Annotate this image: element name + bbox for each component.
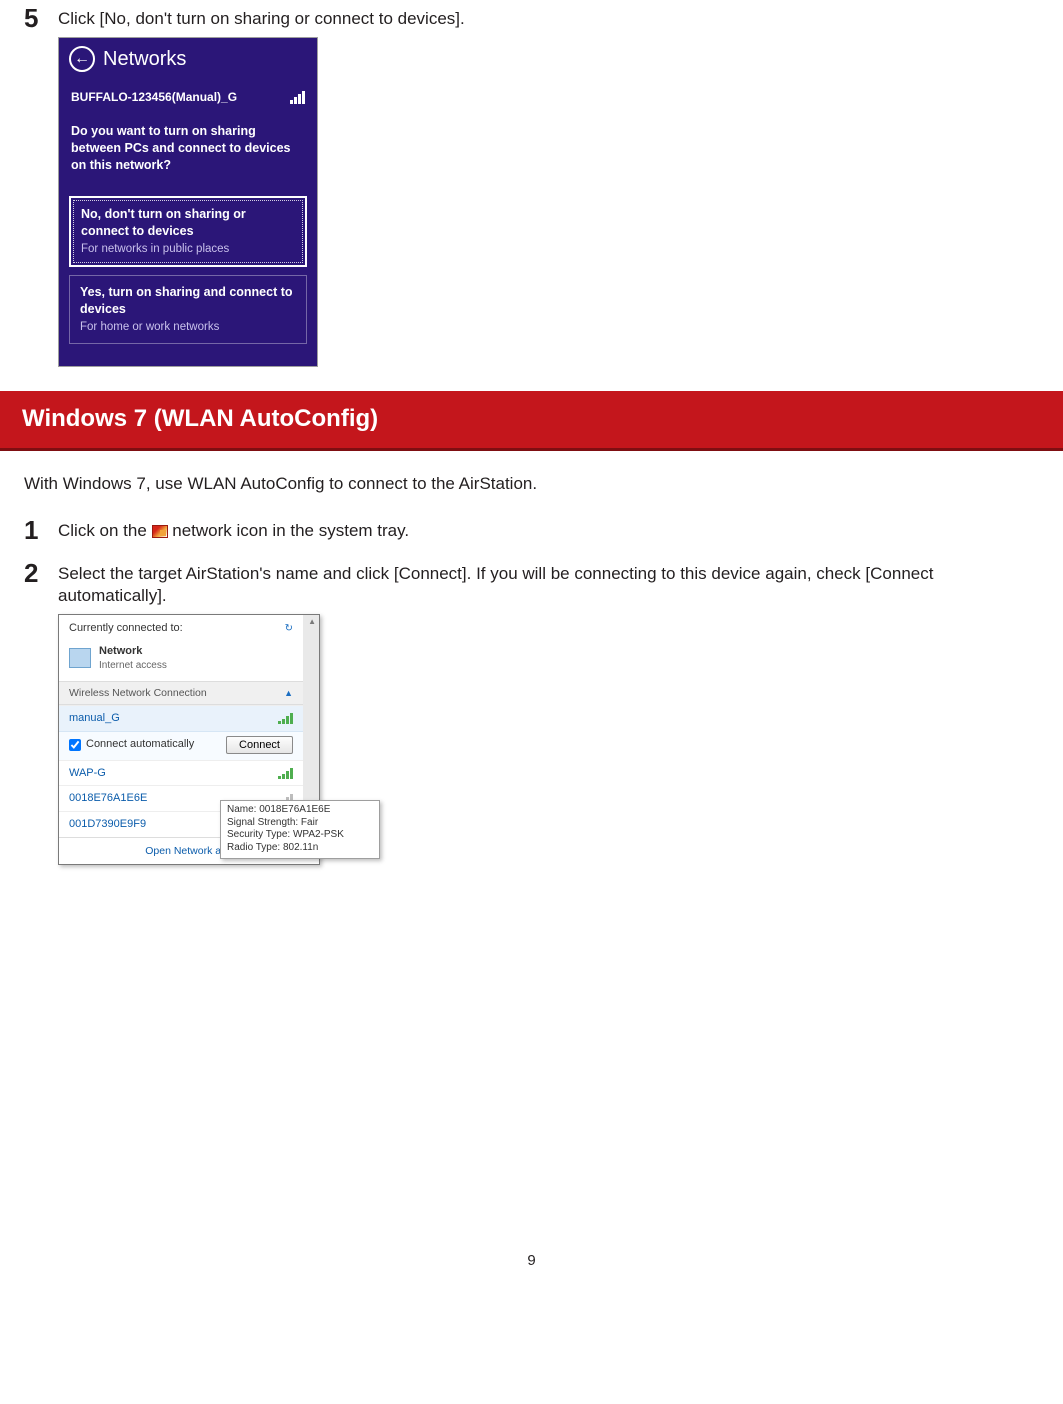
step-2-number: 2: [24, 559, 58, 866]
win7-intro-text: With Windows 7, use WLAN AutoConfig to c…: [0, 451, 1063, 512]
connected-network-status: Internet access: [99, 659, 167, 673]
step-1-number: 1: [24, 516, 58, 549]
win8-sharing-question: Do you want to turn on sharing between P…: [59, 123, 317, 188]
tooltip-name: Name: 0018E76A1E6E: [227, 804, 373, 817]
network-tray-icon: [152, 525, 168, 538]
connected-network-name: Network: [99, 644, 167, 659]
tooltip-signal: Signal Strength: Fair: [227, 817, 373, 830]
connect-auto-input[interactable]: [69, 739, 81, 751]
option-no-sharing[interactable]: No, don't turn on sharing or connect to …: [69, 196, 307, 267]
step-5-number: 5: [24, 4, 58, 367]
wifi-row-manual-g[interactable]: manual_G: [59, 705, 303, 731]
back-icon[interactable]: ←: [69, 46, 95, 72]
win8-networks-title: Networks: [103, 46, 186, 73]
win8-networks-panel: ← Networks BUFFALO-123456(Manual)_G Do y…: [58, 37, 318, 367]
step-5-text: Click [No, don't turn on sharing or conn…: [58, 8, 1039, 31]
step-1-text: Click on the network icon in the system …: [58, 520, 1039, 543]
page-number: 9: [0, 1251, 1063, 1271]
wifi-name: manual_G: [69, 711, 120, 726]
wifi-name: 001D7390E9F9: [69, 817, 146, 832]
option-yes-sub: For home or work networks: [80, 320, 296, 336]
wifi-name: 0018E76A1E6E: [69, 791, 147, 806]
wifi-row-expanded: Connect automatically Connect: [59, 731, 303, 760]
signal-icon: [290, 90, 305, 104]
wifi-name: WAP-G: [69, 766, 106, 781]
wifi-tooltip: Name: 0018E76A1E6E Signal Strength: Fair…: [220, 800, 380, 859]
step-2-text: Select the target AirStation's name and …: [58, 563, 1039, 609]
option-no-title: No, don't turn on sharing or connect to …: [81, 206, 295, 240]
connect-auto-label: Connect automatically: [86, 737, 194, 752]
tooltip-security: Security Type: WPA2-PSK: [227, 829, 373, 842]
signal-icon: [278, 712, 293, 724]
option-no-sub: For networks in public places: [81, 242, 295, 258]
wireless-section-heading: Wireless Network Connection: [69, 686, 207, 700]
signal-icon: [278, 767, 293, 779]
win8-ssid: BUFFALO-123456(Manual)_G: [71, 89, 237, 105]
collapse-icon[interactable]: ▲: [284, 687, 293, 699]
section-heading-win7: Windows 7 (WLAN AutoConfig): [0, 391, 1063, 450]
tooltip-radio: Radio Type: 802.11n: [227, 842, 373, 855]
refresh-icon[interactable]: ↻: [285, 622, 293, 636]
currently-connected-label: Currently connected to:: [69, 621, 183, 636]
wifi-row-wap-g[interactable]: WAP-G: [59, 760, 303, 786]
network-adapter-icon: [69, 648, 91, 668]
connect-automatically-checkbox[interactable]: Connect automatically: [69, 737, 194, 752]
option-yes-title: Yes, turn on sharing and connect to devi…: [80, 284, 296, 318]
option-yes-sharing[interactable]: Yes, turn on sharing and connect to devi…: [69, 275, 307, 344]
connect-button[interactable]: Connect: [226, 736, 293, 754]
